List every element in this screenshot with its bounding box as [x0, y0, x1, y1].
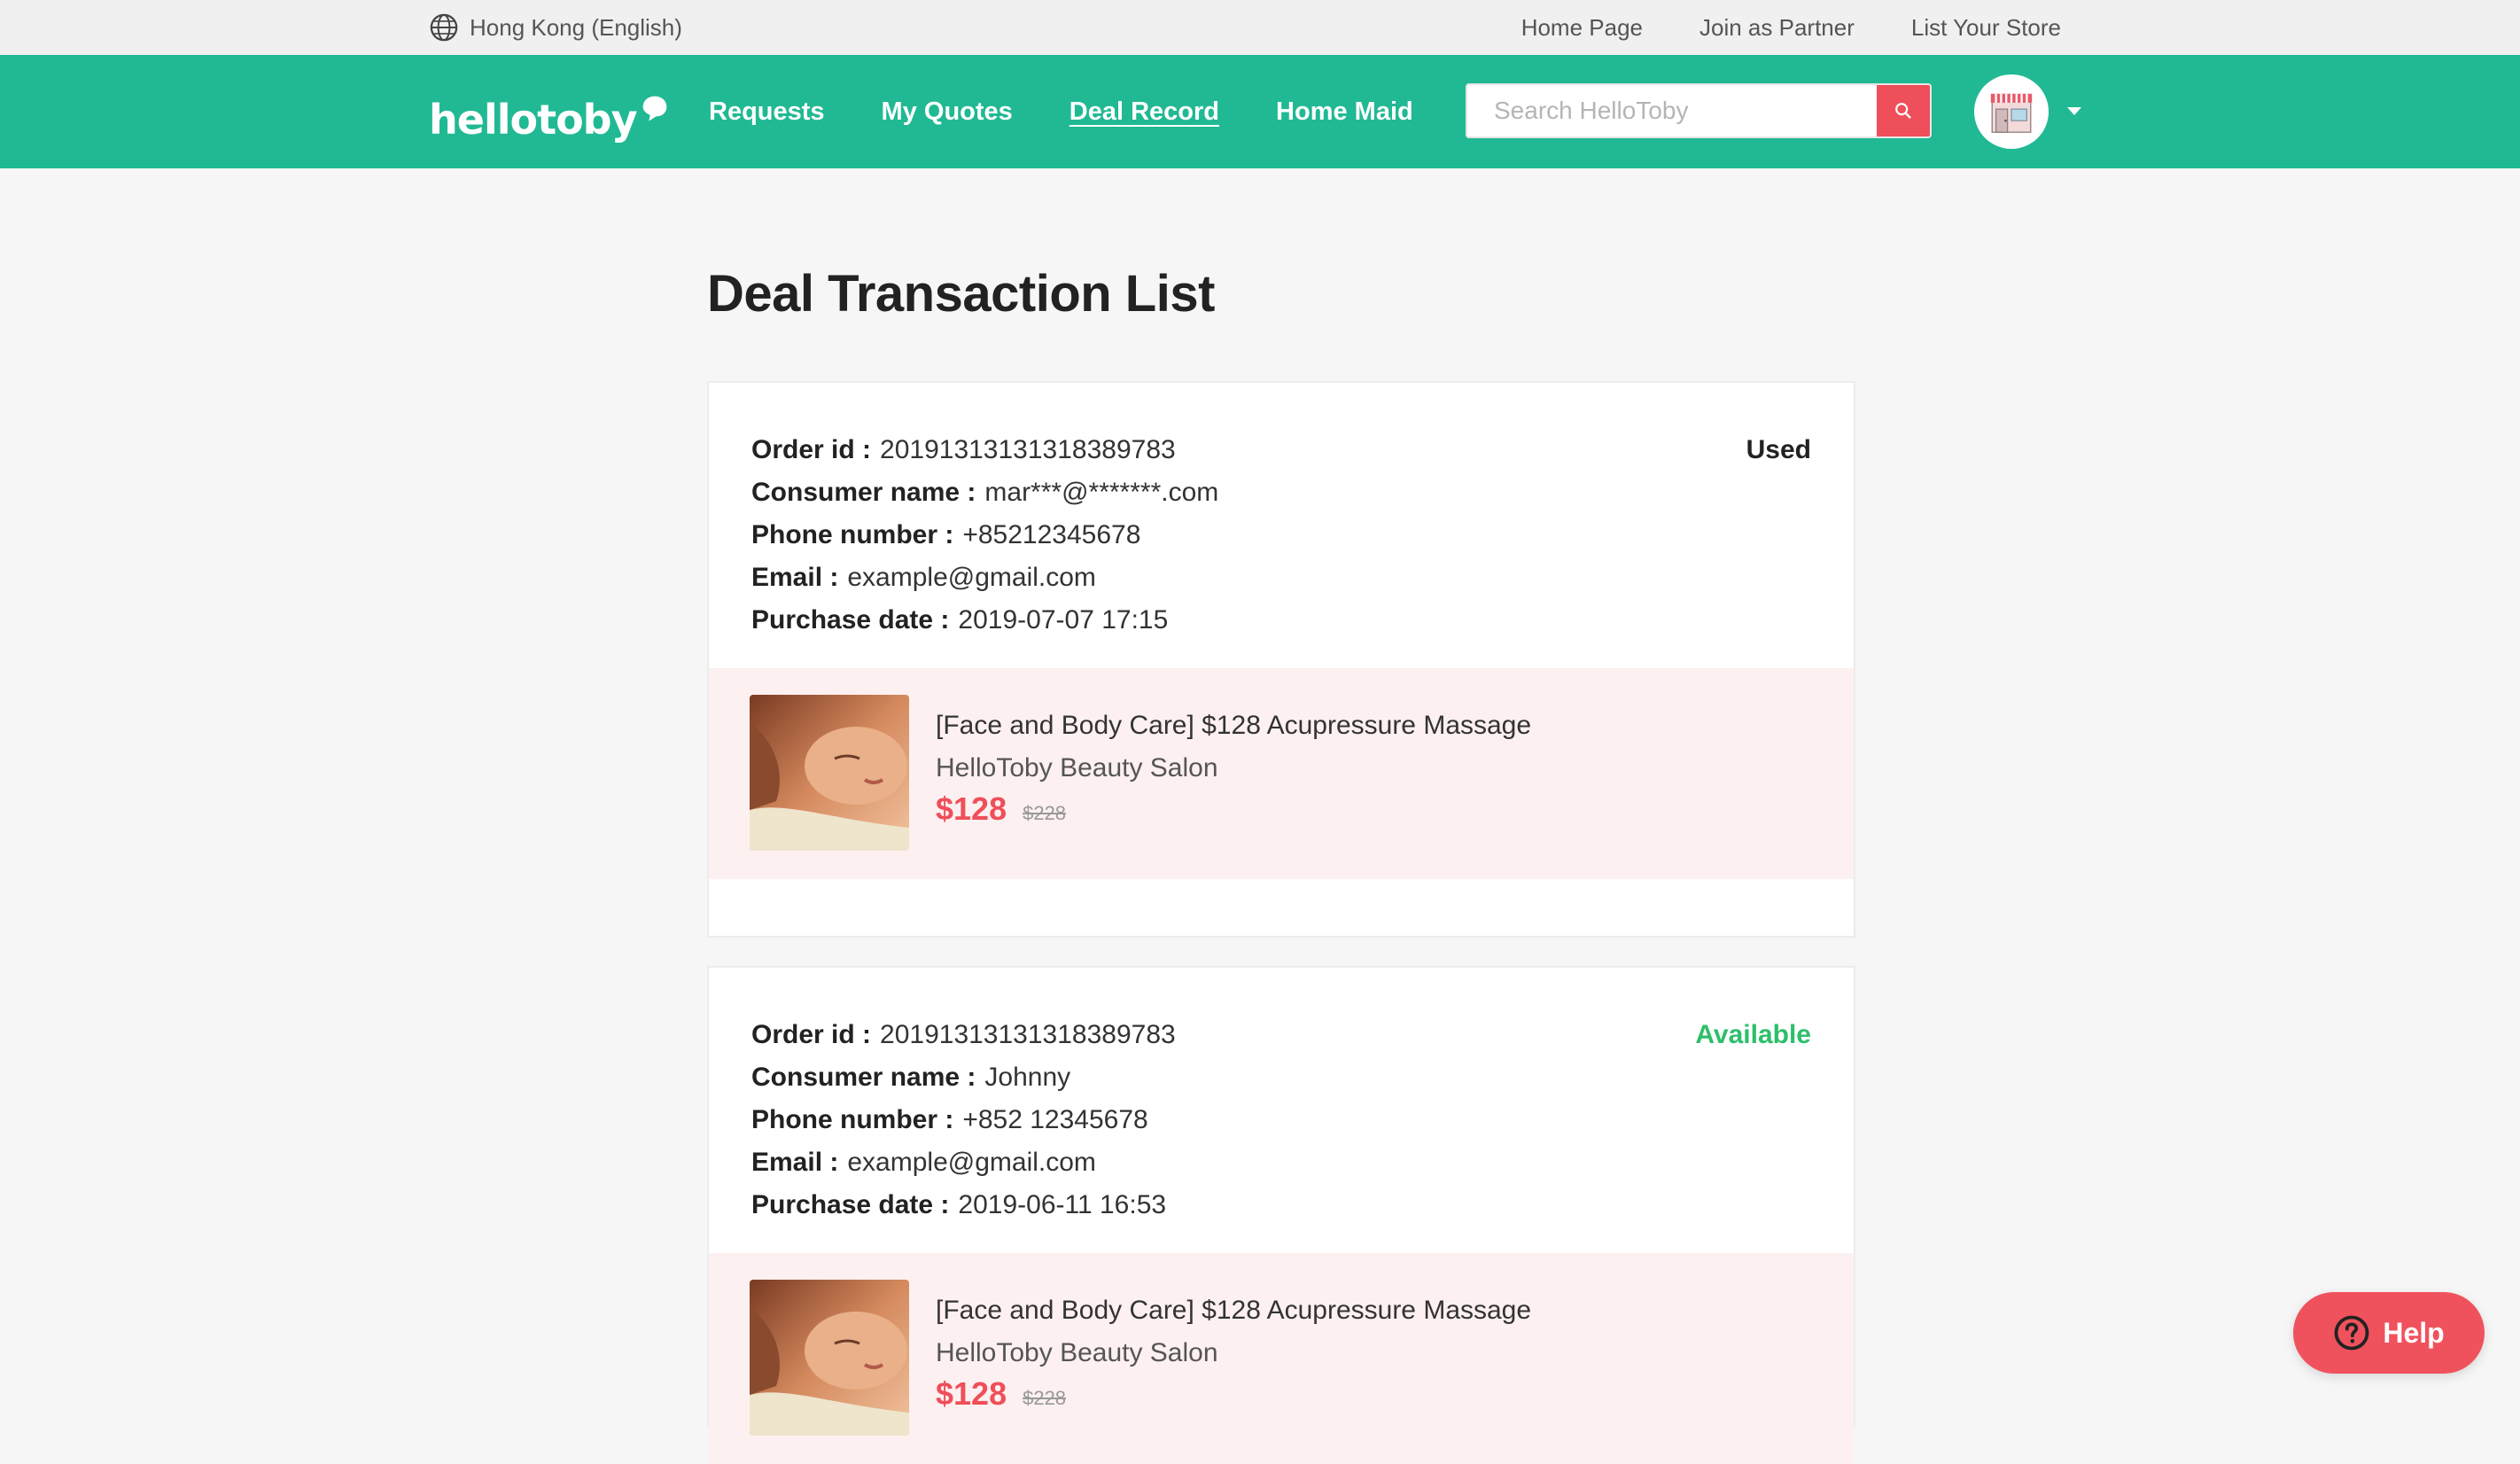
- help-button[interactable]: Help: [2293, 1292, 2485, 1374]
- consumer-name-row: Consumer name : Johnny: [751, 1056, 1176, 1099]
- consumer-name-row: Consumer name : mar***@*******.com: [751, 471, 1218, 514]
- hellotoby-logo[interactable]: hellotoby: [429, 83, 669, 140]
- phone-row: Phone number : +852 12345678: [751, 1099, 1176, 1141]
- purchase-date-value: 2019-07-07 17:15: [958, 605, 1169, 635]
- order-id-value: 20191313131318389783: [880, 435, 1176, 464]
- order-id-label: Order id :: [751, 435, 872, 464]
- list-your-store-link[interactable]: List Your Store: [1911, 14, 2061, 42]
- help-label: Help: [2383, 1316, 2445, 1349]
- search-input[interactable]: [1467, 85, 1877, 136]
- region-selector[interactable]: Hong Kong (English): [429, 11, 682, 44]
- join-as-partner-link[interactable]: Join as Partner: [1699, 14, 1855, 42]
- order-id-label: Order id :: [751, 1020, 872, 1049]
- deal-item[interactable]: [Face and Body Care] $128 Acupressure Ma…: [709, 668, 1854, 879]
- email-value: example@gmail.com: [847, 563, 1096, 592]
- nav-my-quotes[interactable]: My Quotes: [882, 97, 1013, 127]
- order-id-value: 20191313131318389783: [880, 1020, 1176, 1049]
- purchase-date-label: Purchase date :: [751, 605, 950, 635]
- email-label: Email :: [751, 1148, 839, 1177]
- email-row: Email : example@gmail.com: [751, 557, 1218, 599]
- speech-bubble-icon: [642, 96, 666, 121]
- search-button[interactable]: [1877, 85, 1930, 136]
- nav-home-maid[interactable]: Home Maid: [1276, 97, 1413, 127]
- deal-price: $128: [936, 1375, 1007, 1412]
- region-label[interactable]: Hong Kong (English): [470, 14, 682, 42]
- consumer-name-label: Consumer name :: [751, 478, 976, 507]
- status-badge: Used: [1746, 435, 1811, 464]
- transaction-card: Order id : 20191313131318389783 Consumer…: [707, 966, 1855, 1464]
- deal-item[interactable]: [Face and Body Care] $128 Acupressure Ma…: [709, 1253, 1854, 1464]
- phone-label: Phone number :: [751, 520, 954, 549]
- top-links: Home Page Join as Partner List Your Stor…: [1465, 11, 2061, 44]
- purchase-date-row: Purchase date : 2019-06-11 16:53: [751, 1184, 1176, 1226]
- deal-store-name: HelloToby Beauty Salon: [936, 1338, 1218, 1367]
- purchase-date-value: 2019-06-11 16:53: [958, 1190, 1167, 1219]
- transaction-info: Order id : 20191313131318389783 Consumer…: [751, 1014, 1176, 1226]
- transaction-info: Order id : 20191313131318389783 Consumer…: [751, 429, 1218, 642]
- status-badge: Available: [1695, 1020, 1811, 1049]
- storefront-icon: [1990, 93, 2033, 133]
- email-row: Email : example@gmail.com: [751, 1141, 1176, 1184]
- nav-menu: Requests My Quotes Deal Record Home Maid: [709, 55, 1470, 168]
- question-circle-icon: [2334, 1315, 2369, 1351]
- main-navbar: hellotoby Requests My Quotes Deal Record…: [0, 55, 2520, 168]
- phone-label: Phone number :: [751, 1105, 954, 1134]
- email-label: Email :: [751, 563, 839, 592]
- deal-prices: $128 $228: [936, 790, 1066, 828]
- phone-value: +85212345678: [962, 520, 1141, 549]
- phone-row: Phone number : +85212345678: [751, 514, 1218, 557]
- deal-original-price: $228: [1023, 1387, 1067, 1409]
- deal-thumbnail[interactable]: [750, 1280, 909, 1436]
- email-value: example@gmail.com: [847, 1148, 1096, 1177]
- consumer-name-value: Johnny: [984, 1063, 1071, 1092]
- consumer-name-label: Consumer name :: [751, 1063, 976, 1092]
- home-page-link[interactable]: Home Page: [1521, 14, 1643, 42]
- order-id-row: Order id : 20191313131318389783: [751, 1014, 1176, 1056]
- deal-title[interactable]: [Face and Body Care] $128 Acupressure Ma…: [936, 711, 1531, 741]
- nav-requests[interactable]: Requests: [709, 97, 825, 127]
- chevron-down-icon[interactable]: [2065, 105, 2084, 119]
- order-id-row: Order id : 20191313131318389783: [751, 429, 1218, 471]
- deal-prices: $128 $228: [936, 1375, 1066, 1413]
- top-utility-bar: Hong Kong (English) Home Page Join as Pa…: [0, 0, 2520, 55]
- deal-price: $128: [936, 790, 1007, 827]
- page-title: Deal Transaction List: [707, 265, 1215, 323]
- nav-deal-record[interactable]: Deal Record: [1069, 97, 1219, 127]
- massage-photo-icon: [750, 1280, 909, 1436]
- deal-title[interactable]: [Face and Body Care] $128 Acupressure Ma…: [936, 1296, 1531, 1326]
- logo-wordmark: hellotoby: [429, 96, 638, 144]
- purchase-date-row: Purchase date : 2019-07-07 17:15: [751, 599, 1218, 642]
- deal-store-name: HelloToby Beauty Salon: [936, 753, 1218, 783]
- massage-photo-icon: [750, 695, 909, 851]
- search-icon: [1895, 103, 1911, 119]
- phone-value: +852 12345678: [962, 1105, 1148, 1134]
- globe-icon: [430, 13, 458, 42]
- consumer-name-value: mar***@*******.com: [984, 478, 1219, 507]
- search-bar: [1466, 83, 1932, 138]
- deal-thumbnail[interactable]: [750, 695, 909, 851]
- transaction-card: Order id : 20191313131318389783 Consumer…: [707, 381, 1855, 938]
- deal-original-price: $228: [1023, 802, 1067, 824]
- store-avatar[interactable]: [1974, 74, 2049, 149]
- purchase-date-label: Purchase date :: [751, 1190, 950, 1219]
